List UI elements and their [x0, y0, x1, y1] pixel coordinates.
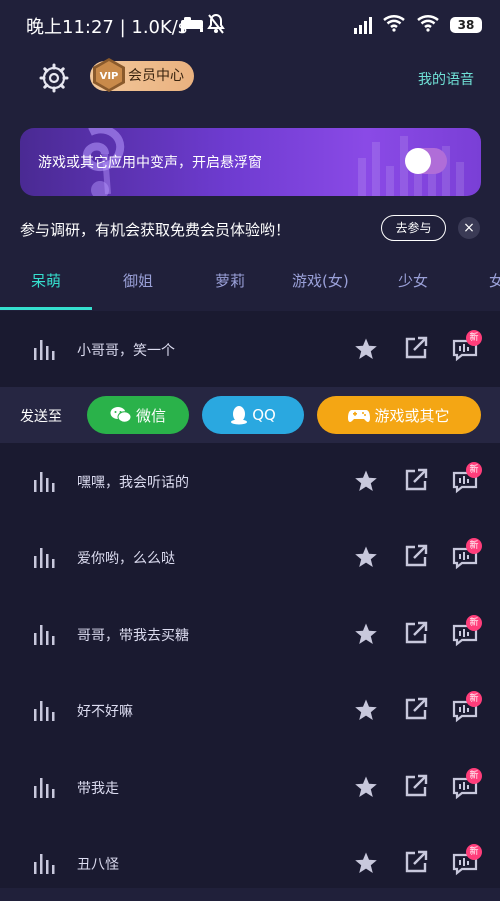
list-item[interactable]: 爱你哟，么么哒 新 [0, 519, 500, 595]
my-voice-link[interactable]: 我的语音 [418, 69, 474, 89]
new-badge: 新 [466, 691, 482, 707]
new-badge: 新 [466, 768, 482, 784]
voice-item-label: 带我走 [77, 781, 119, 797]
qq-label: QQ [252, 406, 276, 424]
new-badge: 新 [466, 462, 482, 478]
favorite-star-icon[interactable] [354, 337, 378, 361]
wifi-icon-2 [416, 14, 440, 36]
audio-wave-icon[interactable] [33, 699, 55, 721]
list-item[interactable]: 带我走 新 [0, 749, 500, 825]
favorite-star-icon[interactable] [354, 698, 378, 722]
settings-gear-icon[interactable] [38, 62, 70, 94]
list-item[interactable]: 嘿嘿，我会听话的 新 [0, 443, 500, 519]
share-external-icon[interactable] [404, 621, 428, 645]
share-external-icon[interactable] [404, 850, 428, 874]
send-qq-button[interactable]: QQ [202, 396, 304, 434]
share-external-icon[interactable] [404, 468, 428, 492]
voice-item-label: 小哥哥，笑一个 [77, 343, 175, 359]
game-label: 游戏或其它 [374, 406, 450, 425]
favorite-star-icon[interactable] [354, 775, 378, 799]
send-game-button[interactable]: 游戏或其它 [317, 396, 481, 434]
favorite-star-icon[interactable] [354, 622, 378, 646]
status-time-speed: 晚上11:27 | 1.0K/s [26, 17, 188, 38]
share-external-icon[interactable] [404, 544, 428, 568]
toggle-knob [405, 148, 431, 174]
voice-item-label: 丑八怪 [77, 857, 119, 873]
new-badge: 新 [466, 844, 482, 860]
send-to-bar: 发送至 微信 QQ 游戏或其它 [0, 387, 500, 443]
favorite-star-icon[interactable] [354, 545, 378, 569]
vip-badge-icon: VIP [90, 56, 128, 94]
send-wechat-button[interactable]: 微信 [87, 396, 189, 434]
signal-icon [354, 16, 372, 34]
list-item[interactable]: 好不好嘛 新 [0, 672, 500, 748]
audio-wave-icon[interactable] [33, 470, 55, 492]
tab-daimeng[interactable]: 呆萌 [31, 270, 61, 291]
close-icon[interactable]: × [458, 217, 480, 239]
voice-item-label: 爱你哟，么么哒 [77, 551, 175, 567]
audio-wave-icon[interactable] [33, 338, 55, 360]
voice-item-label: 嘿嘿，我会听话的 [77, 475, 189, 491]
status-icons: 38 [354, 13, 482, 37]
wifi-icon [382, 14, 406, 36]
favorite-star-icon[interactable] [354, 851, 378, 875]
survey-text: 参与调研，有机会获取免费会员体验哟！ [20, 221, 291, 239]
list-item[interactable]: 小哥哥，笑一个 新 [0, 311, 500, 387]
tab-female-partial[interactable]: 女 [489, 270, 500, 291]
send-to-label: 发送至 [20, 409, 62, 425]
battery-indicator: 38 [450, 17, 482, 33]
mute-bell-icon [206, 13, 226, 39]
wechat-icon [110, 407, 132, 423]
share-external-icon[interactable] [404, 774, 428, 798]
floating-window-banner[interactable]: 游戏或其它应用中变声，开启悬浮窗 [20, 128, 481, 196]
category-tabs: 呆萌 御姐 萝莉 游戏(女) 少女 女 [0, 250, 500, 310]
audio-wave-icon[interactable] [33, 852, 55, 874]
voice-item-label: 好不好嘛 [77, 704, 133, 720]
share-external-icon[interactable] [404, 336, 428, 360]
list-item[interactable]: 哥哥，带我去买糖 新 [0, 596, 500, 672]
list-item[interactable]: 丑八怪 新 [0, 825, 500, 901]
tab-shaonv[interactable]: 少女 [398, 270, 428, 291]
audio-wave-icon[interactable] [33, 623, 55, 645]
banner-text: 游戏或其它应用中变声，开启悬浮窗 [38, 155, 262, 171]
share-external-icon[interactable] [404, 697, 428, 721]
bed-icon [180, 14, 204, 38]
favorite-star-icon[interactable] [354, 469, 378, 493]
join-survey-button[interactable]: 去参与 [381, 215, 446, 241]
new-badge: 新 [466, 538, 482, 554]
tab-game-female[interactable]: 游戏(女) [292, 270, 349, 291]
status-bar: 晚上11:27 | 1.0K/s 38 [0, 0, 500, 50]
gamepad-icon [348, 410, 371, 422]
qq-penguin-icon [231, 406, 248, 425]
svg-text:VIP: VIP [100, 71, 119, 82]
new-badge: 新 [466, 330, 482, 346]
wechat-label: 微信 [135, 406, 166, 425]
new-badge: 新 [466, 615, 482, 631]
floating-window-toggle[interactable] [405, 148, 447, 174]
active-tab-indicator [0, 307, 92, 310]
tab-yujie[interactable]: 御姐 [123, 270, 153, 291]
vip-center-label: 会员中心 [128, 68, 184, 84]
audio-wave-icon[interactable] [33, 776, 55, 798]
tab-luoli[interactable]: 萝莉 [215, 270, 245, 291]
audio-wave-icon[interactable] [33, 546, 55, 568]
voice-item-label: 哥哥，带我去买糖 [77, 628, 189, 644]
